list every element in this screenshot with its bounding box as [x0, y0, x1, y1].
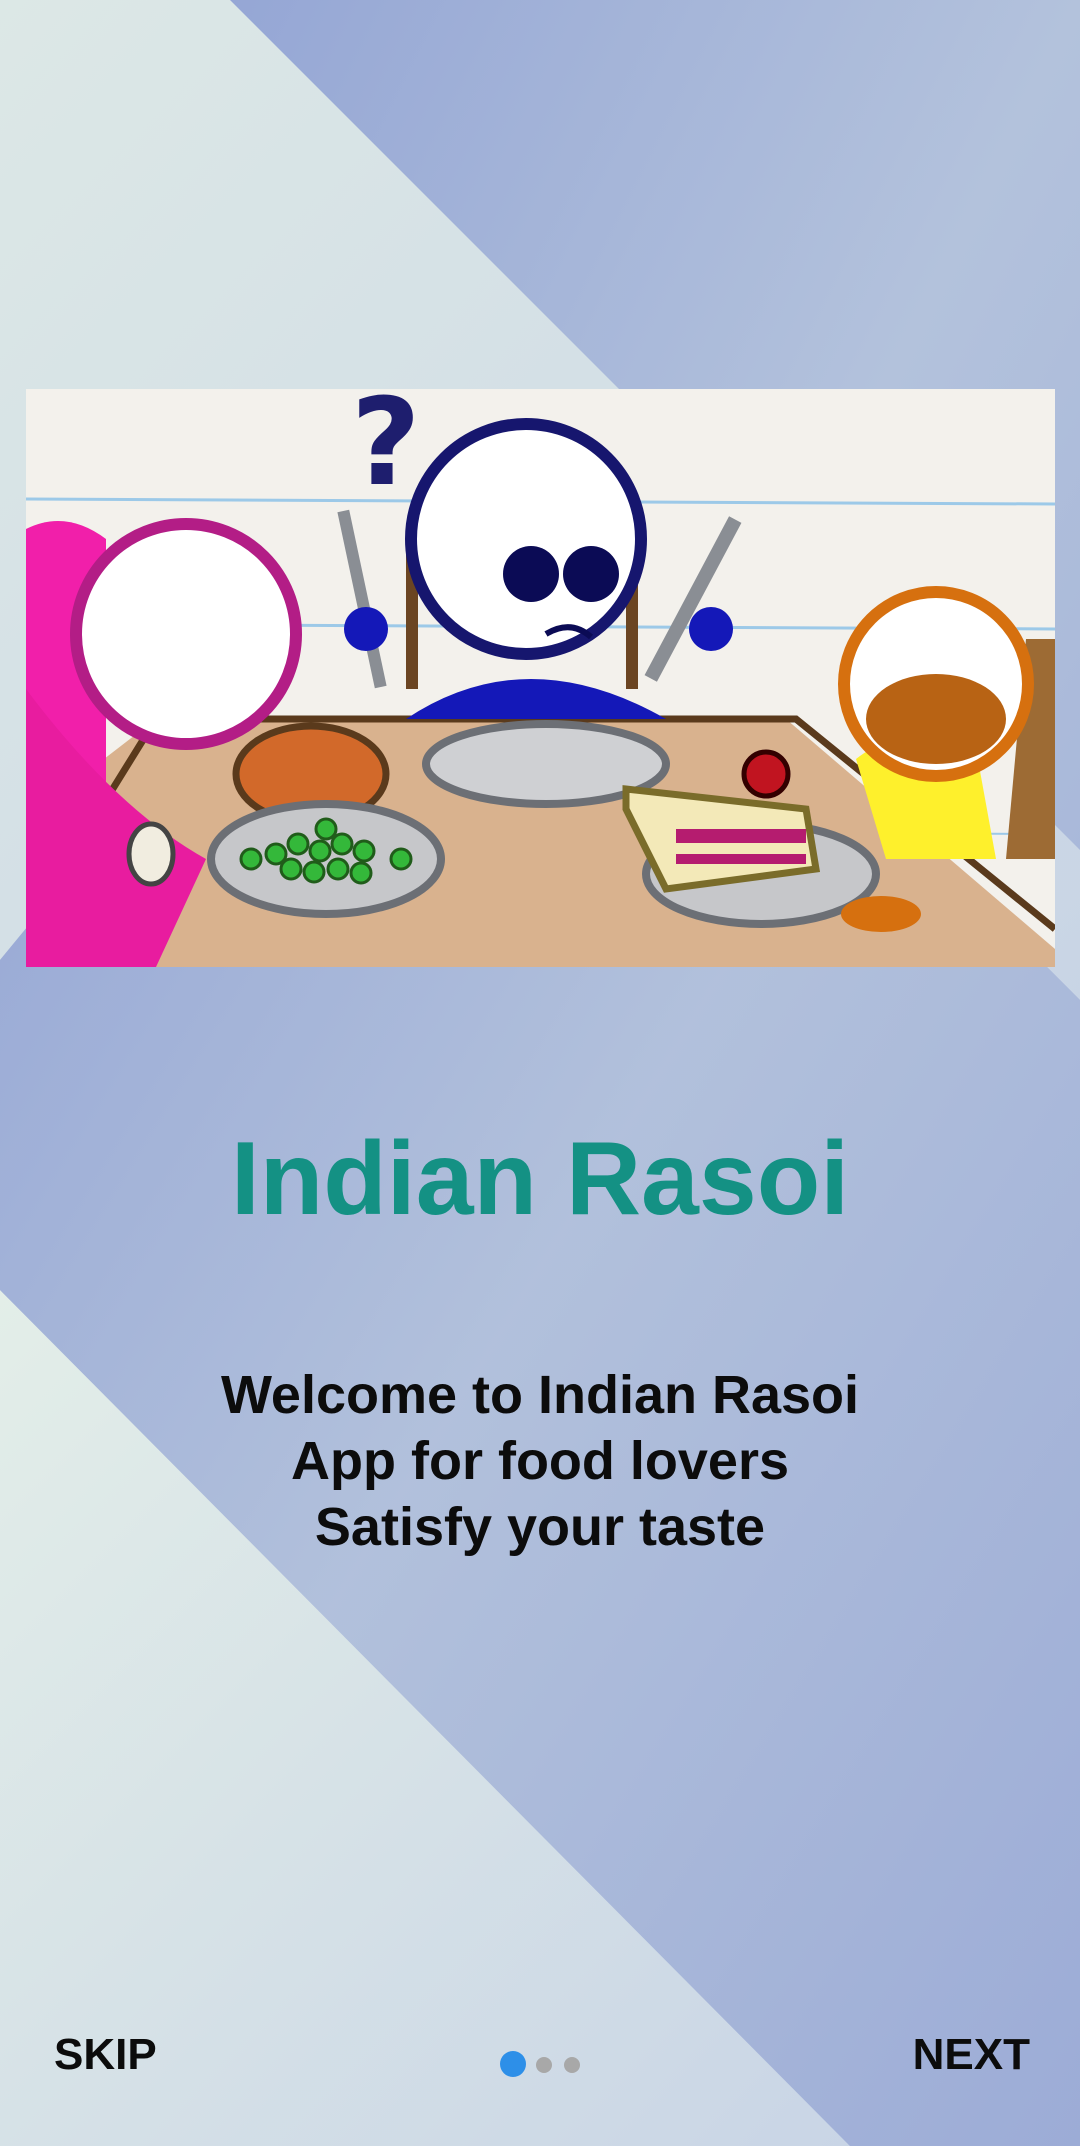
page-dot-2: [536, 2057, 552, 2073]
page-dot-1: [500, 2051, 526, 2077]
skip-button[interactable]: SKIP: [54, 2030, 157, 2080]
welcome-line-1: Welcome to Indian Rasoi: [220, 1365, 860, 1425]
page-dot-3: [564, 2057, 580, 2073]
welcome-message: Welcome to Indian Rasoi App for food lov…: [0, 1362, 1080, 1560]
background-diagonal: [0, 0, 1080, 2146]
welcome-line-3: Satisfy your taste: [314, 1497, 766, 1557]
app-title: Indian Rasoi: [230, 1121, 850, 1237]
next-button[interactable]: NEXT: [913, 2030, 1030, 2080]
cartoon-dinner-illustration: ?: [26, 389, 1055, 967]
svg-text:?: ?: [351, 389, 421, 513]
welcome-line-2: App for food lovers: [291, 1431, 789, 1491]
